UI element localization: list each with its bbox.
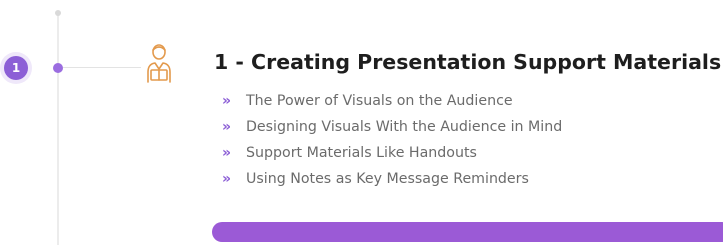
step-number-badge: 1 [4, 56, 28, 80]
lesson-item[interactable]: » Designing Visuals With the Audience in… [222, 114, 562, 140]
section-footer-bar [212, 222, 723, 242]
lesson-title: Support Materials Like Handouts [246, 145, 477, 161]
course-section: 1 1 - Creating Presentation Support Mate… [0, 0, 723, 245]
lesson-item[interactable]: » Support Materials Like Handouts [222, 140, 562, 166]
lesson-item[interactable]: » Using Notes as Key Message Reminders [222, 166, 562, 192]
timeline-top-dot [55, 10, 61, 16]
chevron-right-icon: » [222, 145, 232, 161]
presenter-icon [147, 44, 171, 83]
timeline-line [57, 12, 59, 245]
lesson-list: » The Power of Visuals on the Audience »… [222, 88, 562, 192]
lesson-title: Designing Visuals With the Audience in M… [246, 119, 563, 135]
lesson-title: Using Notes as Key Message Reminders [246, 171, 529, 187]
timeline-connector [63, 67, 141, 68]
lesson-item[interactable]: » The Power of Visuals on the Audience [222, 88, 562, 114]
lesson-title: The Power of Visuals on the Audience [246, 93, 513, 109]
timeline-node [53, 63, 63, 73]
chevron-right-icon: » [222, 119, 232, 135]
chevron-right-icon: » [222, 171, 232, 187]
section-title: 1 - Creating Presentation Support Materi… [214, 50, 722, 74]
chevron-right-icon: » [222, 93, 232, 109]
